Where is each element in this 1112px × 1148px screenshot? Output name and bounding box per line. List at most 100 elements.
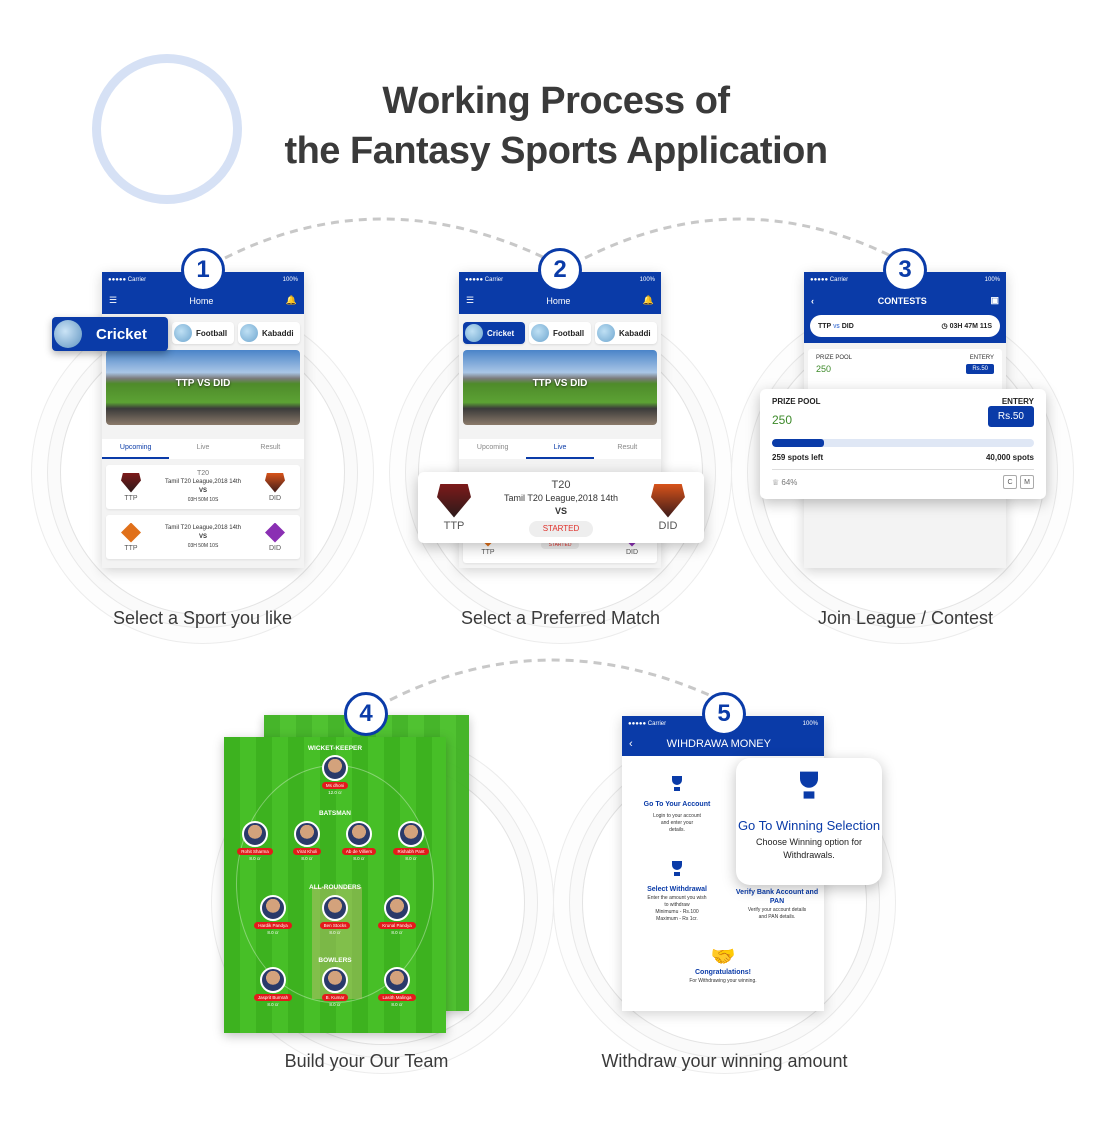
player-name: Rohit Sharma <box>237 848 273 855</box>
prize-pool-value: 250 <box>816 364 832 374</box>
league-name: Tamil T20 League,2018 14th <box>165 524 241 531</box>
player-credits: 8.0 cr <box>267 1002 279 1007</box>
match-timer: ◷ 03H 47M 11S <box>941 323 992 330</box>
player-avatar <box>260 895 286 921</box>
congrats-desc: For Withdrawing your winning. <box>689 978 757 984</box>
player-card[interactable]: Ben Stocks 8.0 cr <box>312 895 358 935</box>
player-avatar <box>260 967 286 993</box>
step-number-1: 1 <box>181 248 225 292</box>
sport-label: Cricket <box>487 328 515 338</box>
player-card[interactable]: Krunal Pandya 8.0 cr <box>374 895 420 935</box>
team-name: DID <box>268 494 282 502</box>
match-header: TTP VS DID ◷ 03H 47M 11S <box>804 314 1006 343</box>
player-name: Ms dhoni <box>321 782 349 789</box>
player-card[interactable]: Rishabh Pant 8.0 cr <box>388 821 434 861</box>
wallet-icon[interactable]: ▣ <box>990 295 999 306</box>
player-card[interactable]: Ms dhoni 12.0 cr <box>312 755 358 795</box>
match-card[interactable]: TTP Tamil T20 League,2018 14th VS 03H 50… <box>106 515 300 559</box>
kabaddi-avatar-icon <box>240 324 258 342</box>
back-icon[interactable]: ‹ <box>629 738 633 750</box>
player-card[interactable]: Rohit Sharma 8.0 cr <box>232 821 278 861</box>
select-desc: Enter the amount you wish <box>647 895 707 901</box>
total-spots: 40,000 spots <box>985 453 1034 462</box>
tab-live[interactable]: Live <box>169 439 236 459</box>
congrats-heading: Congratulations! <box>695 969 751 976</box>
bell-icon[interactable]: 🔔 <box>643 295 654 306</box>
match-teams: TTP VS DID <box>818 322 854 330</box>
team-name: DID <box>625 548 639 556</box>
tab-live[interactable]: Live <box>526 439 594 459</box>
account-heading: Go To Your Account <box>643 801 711 808</box>
countdown: 03H 50M 10S <box>187 542 219 549</box>
handshake-icon: 🤝 <box>710 946 736 968</box>
tab-result[interactable]: Result <box>594 439 661 459</box>
sport-football[interactable]: Football <box>529 322 591 344</box>
player-card[interactable]: Virat Kholi 8.0 cr <box>284 821 330 861</box>
carrier-label: ●●●●● Carrier <box>465 276 504 283</box>
player-name: Virat Kholi <box>292 848 322 855</box>
screen-title: Home <box>546 295 571 306</box>
team-name: TTP <box>124 494 138 502</box>
sport-kabaddi[interactable]: Kabaddi <box>238 322 300 344</box>
sport-label: Kabaddi <box>619 328 651 338</box>
hamburger-icon[interactable]: ☰ <box>109 295 117 306</box>
match-format: T20 <box>551 478 571 491</box>
match-banner[interactable]: TTP VS DID <box>463 350 657 425</box>
ttp-logo-icon <box>437 483 471 518</box>
match-banner[interactable]: TTP VS DID <box>106 350 300 425</box>
contest-popup[interactable]: PRIZE POOL ENTERY 250 Rs.50 259 spots left… <box>760 389 1046 499</box>
player-credits: 8.0 cr <box>391 930 403 935</box>
team-field: WICKET-KEEPER BATSMAN ALL-ROUNDERS BOWLE… <box>224 737 446 1033</box>
select-desc: to withdraw <box>664 902 690 908</box>
trophy-icon: ♕ <box>772 477 780 487</box>
match-tabs: Upcoming Live Result <box>102 439 304 459</box>
player-name: Jasprit Bumrah <box>253 994 293 1001</box>
team-home: TTP <box>116 472 146 502</box>
player-card[interactable]: Ab de Villiers 8.0 cr <box>336 821 382 861</box>
player-card[interactable]: Lasith Malinga 8.0 cr <box>374 967 420 1007</box>
player-name: B. Kumar <box>321 994 349 1001</box>
bell-icon[interactable]: 🔔 <box>286 295 297 306</box>
player-card[interactable]: Jasprit Bumrah 8.0 cr <box>250 967 296 1007</box>
step-number-3: 3 <box>883 248 927 292</box>
carrier-label: ●●●●● Carrier <box>108 276 147 283</box>
vs-label: VS <box>198 533 207 540</box>
winning-selection-popup[interactable]: Go To Winning Selection Choose Winning o… <box>736 758 882 885</box>
team-name: DID <box>268 544 282 552</box>
match-card[interactable]: TTP T20 Tamil T20 League,2018 14th VS 03… <box>106 465 300 509</box>
battery-label: 100% <box>984 276 1000 283</box>
player-card[interactable]: Hardik Pandya 8.0 cr <box>250 895 296 935</box>
prize-pool-label: PRIZE POOL <box>816 355 853 361</box>
sport-cricket[interactable]: Cricket <box>463 322 525 344</box>
contest-match-bar: TTP VS DID ◷ 03H 47M 11S <box>810 315 1000 337</box>
match-info: T20 Tamil T20 League,2018 14th VS STARTE… <box>504 479 618 537</box>
sport-football[interactable]: Football <box>172 322 234 344</box>
tab-upcoming[interactable]: Upcoming <box>459 439 526 459</box>
ttp-logo-icon <box>121 522 141 543</box>
live-match-popup[interactable]: TTP T20 Tamil T20 League,2018 14th VS ST… <box>418 472 704 543</box>
step-number-4: 4 <box>344 692 388 736</box>
account-desc: details. <box>669 827 685 833</box>
entry-fee-button[interactable]: Rs.50 <box>966 364 994 374</box>
player-avatar <box>384 967 410 993</box>
sport-kabaddi[interactable]: Kabaddi <box>595 322 657 344</box>
team-name: TTP <box>124 544 138 552</box>
select-desc: Minimumu - Rs.100 <box>655 909 699 915</box>
tab-result[interactable]: Result <box>237 439 304 459</box>
team-away: DID <box>260 522 290 552</box>
player-card[interactable]: B. Kumar 8.0 cr <box>312 967 358 1007</box>
section-bowlers: BOWLERS <box>318 957 352 964</box>
player-credits: 12.0 cr <box>328 790 342 795</box>
sport-cricket-highlight[interactable]: Cricket <box>52 317 168 351</box>
player-name: Rishabh Pant <box>393 848 429 855</box>
league-name: Tamil T20 League,2018 14th <box>504 492 618 503</box>
winning-desc: Choose Winning option for Withdrawals. <box>755 837 863 860</box>
entry-fee-button[interactable]: Rs.50 <box>987 406 1034 427</box>
cricket-avatar-icon <box>465 324 483 342</box>
step-number-2: 2 <box>538 248 582 292</box>
hamburger-icon[interactable]: ☰ <box>466 295 474 306</box>
football-avatar-icon <box>174 324 192 342</box>
tab-upcoming[interactable]: Upcoming <box>102 439 170 459</box>
player-avatar <box>384 895 410 921</box>
player-credits: 8.0 cr <box>329 1002 341 1007</box>
